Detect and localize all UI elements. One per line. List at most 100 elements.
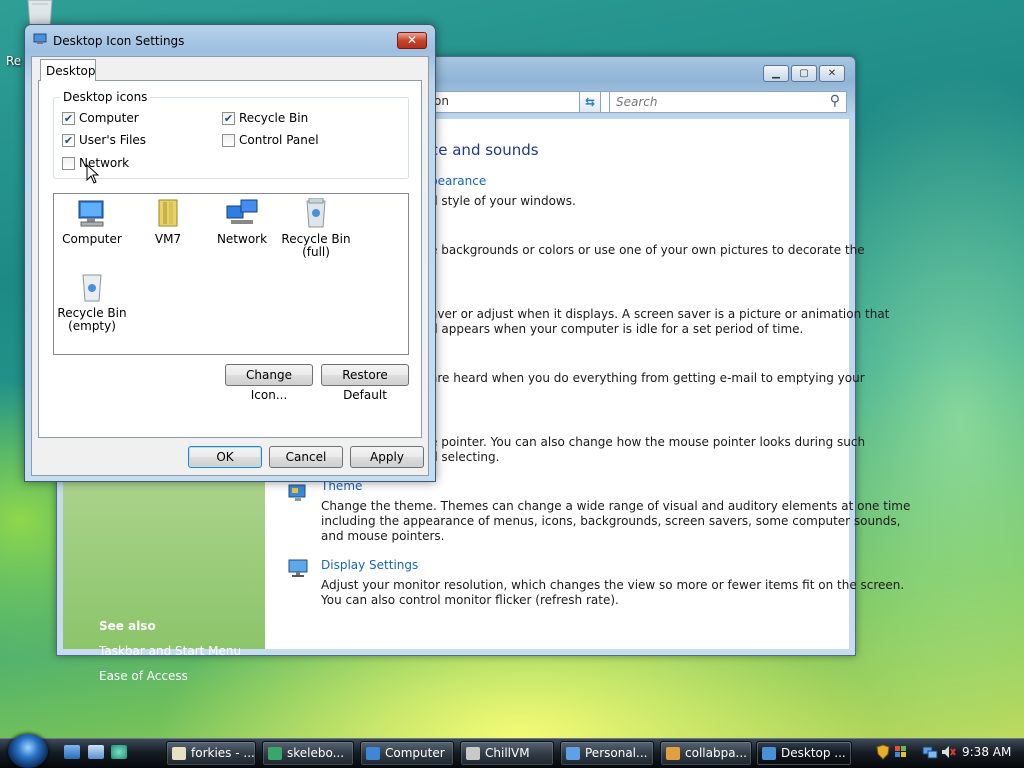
tab-panel-desktop: Desktop icons ✔ Computer ✔ Recycle Bin ✔… [38,80,422,438]
search-input[interactable]: Search ⚲ [609,91,847,113]
taskbar-label: Computer [385,746,445,760]
taskbar-item-forkies[interactable]: forkies - ... [166,741,256,766]
mouse-description-line1: e pointer. You can also change how the m… [430,435,866,449]
window-controls: ▁ ▢ ✕ [763,65,845,82]
clock[interactable]: 9:38 AM [962,745,1011,759]
user-folder-icon [158,199,178,227]
cancel-button[interactable]: Cancel [269,446,343,468]
volume-muted-icon[interactable] [940,744,956,760]
windows-flag-icon[interactable] [894,744,908,760]
search-placeholder: Search [616,95,658,109]
display-icon [762,747,776,760]
icon-label: VM7 [154,232,182,246]
icon-item-recycle-bin-empty[interactable]: Recycle Bin (empty) [54,272,130,333]
checkbox-control-panel[interactable]: Control Panel [222,133,319,147]
display-settings-icon [288,559,308,577]
dialog-title-icon [33,33,47,44]
computer-icon [366,747,380,760]
display-icon [566,747,580,760]
address-bar[interactable]: on ▼ [427,91,635,113]
taskbar-item-collabpa[interactable]: collabpa... [660,741,752,766]
sidebar-link-ease-of-access[interactable]: Ease of Access [99,669,188,683]
start-button[interactable] [8,734,48,768]
refresh-icon[interactable]: ⇆ [579,91,601,113]
theme-description-line3: and mouse pointers. [321,529,445,543]
taskbar-item-personalization[interactable]: Personal... [560,741,654,766]
checkbox-recycle-bin[interactable]: ✔ Recycle Bin [222,111,308,125]
app-icon [268,747,282,760]
sidebar-link-taskbar[interactable]: Taskbar and Start Menu [99,644,241,658]
network-icon [226,199,258,224]
icon-item-vm7[interactable]: VM7 [130,198,206,246]
checkbox-label: User's Files [79,133,147,147]
mouse-description-line2: d selecting. [430,450,500,464]
icon-item-computer[interactable]: Computer [54,198,130,246]
group-label: Desktop icons [60,90,151,104]
checkbox-box[interactable]: ✔ [62,133,75,147]
link-window-appearance[interactable]: pearance [430,174,486,188]
see-also-heading: See also [99,619,156,633]
theme-description-line2: including the appearance of menus, icons… [321,514,901,528]
recycle-bin-full-icon [306,198,326,228]
display-description-line2: You can also control monitor flicker (re… [321,593,619,607]
taskbar-item-computer[interactable]: Computer [360,741,454,766]
taskbar-label: Desktop ... [781,746,846,760]
display-description-line1: Adjust your monitor resolution, which ch… [321,578,905,592]
screensaver-description-line1: aver or adjust when it displays. A scree… [430,307,890,321]
icon-item-network[interactable]: Network [204,198,280,246]
dialog-body: Desktop Desktop icons ✔ Computer ✔ Recyc… [31,56,429,476]
tab-desktop[interactable]: Desktop [40,59,96,81]
ok-button[interactable]: OK [188,446,262,468]
taskbar-item-chillvm[interactable]: ChillVM [460,741,554,766]
show-desktop-icon[interactable] [64,745,80,759]
recycle-bin-empty-icon [82,274,102,302]
computer-icon [78,200,104,227]
maximize-button[interactable]: ▢ [791,65,817,82]
icon-item-recycle-bin-full[interactable]: Recycle Bin (full) [278,198,354,259]
checkbox-box[interactable]: ✔ [62,111,75,125]
taskbar-label: skelebo... [287,746,345,760]
taskbar-label: Personal... [585,746,648,760]
app-icon [666,747,680,760]
checkbox-box[interactable] [62,156,75,170]
app-icon [466,747,480,760]
desktop-icon-settings-dialog[interactable]: Desktop Icon Settings ✕ Desktop Desktop … [24,24,436,482]
search-icon[interactable]: ⚲ [830,93,840,109]
checkbox-box[interactable] [222,133,235,147]
minimize-button[interactable]: ▁ [763,65,789,82]
screensaver-description-line2: d appears when your computer is idle for… [430,322,804,336]
sounds-description: are heard when you do everything from ge… [430,371,865,385]
dialog-title: Desktop Icon Settings [53,34,185,48]
apply-button[interactable]: Apply [350,446,424,468]
address-text: on [434,94,449,108]
quick-launch-app-icon[interactable] [111,745,127,759]
desktop-icons-group: Desktop icons ✔ Computer ✔ Recycle Bin ✔… [53,90,409,179]
security-shield-icon[interactable] [876,744,890,760]
taskbar-label: forkies - ... [191,746,255,760]
theme-description-line1: Change the theme. Themes can change a wi… [321,499,911,513]
switch-windows-icon[interactable] [88,745,104,759]
mouse-cursor-icon [86,164,100,184]
taskbar-item-skelebo[interactable]: skelebo... [262,741,354,766]
close-window-button[interactable]: ✕ [819,65,845,82]
change-icon-button[interactable]: Change Icon... [225,364,313,402]
page-heading: ce and sounds [430,141,539,159]
checkbox-computer[interactable]: ✔ Computer [62,111,139,125]
checkbox-label: Control Panel [239,133,319,147]
checkbox-users-files[interactable]: ✔ User's Files [62,133,146,147]
restore-default-button[interactable]: Restore Default [321,364,409,402]
recycle-bin-desktop-label: Re [6,54,22,68]
link-display-settings[interactable]: Display Settings [321,558,418,572]
checkbox-box[interactable]: ✔ [222,111,235,125]
dialog-close-button[interactable]: ✕ [397,32,427,49]
background-description: e backgrounds or colors or use one of yo… [430,243,865,257]
notepad-icon [172,747,186,760]
icon-label: Network [216,232,268,246]
appearance-description: d style of your windows. [430,194,576,208]
taskbar-label: collabpa... [685,746,747,760]
network-status-icon[interactable] [922,744,938,760]
theme-icon [288,484,306,501]
taskbar-item-desktop-icon-settings[interactable]: Desktop ... [756,741,852,766]
icon-sublabel: (full) [302,245,330,259]
icon-list[interactable]: Computer VM7 Network Recycle Bin (full) … [53,193,409,355]
